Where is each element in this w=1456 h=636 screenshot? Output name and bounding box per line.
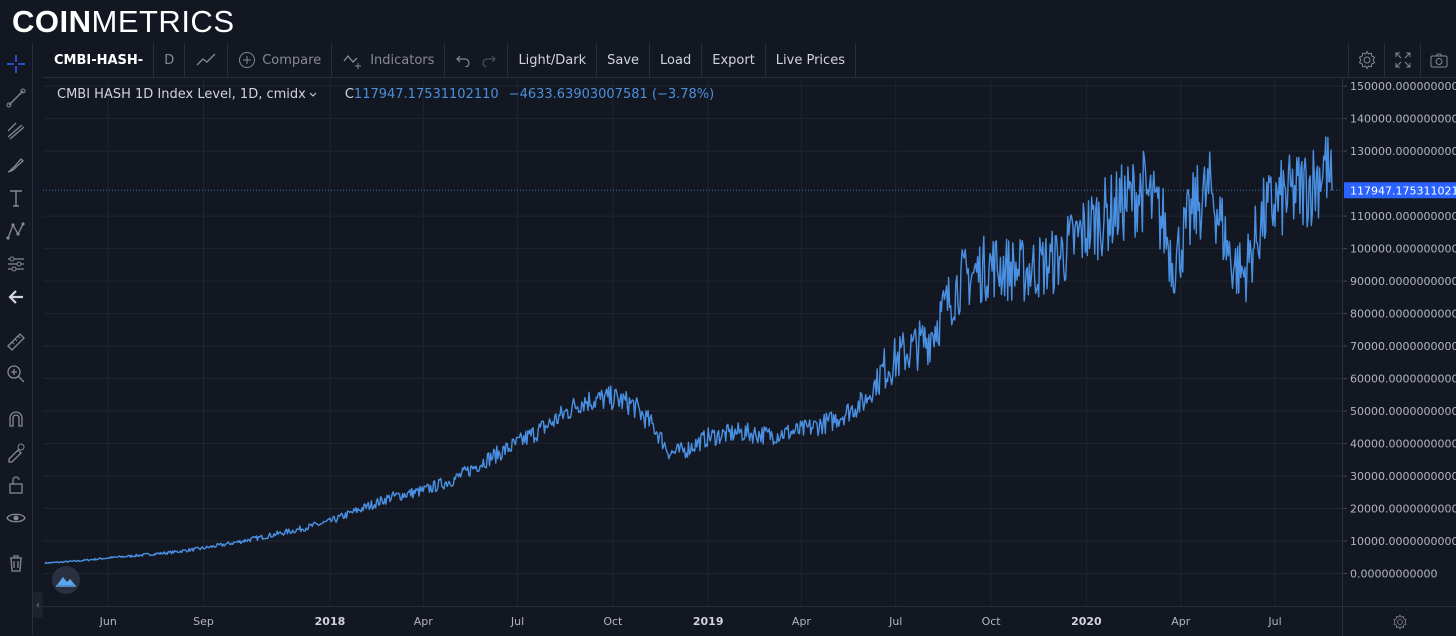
price-tick-label: 150000.00000000000 [1350,80,1456,93]
settings-button[interactable] [1348,43,1384,77]
price-tick-label: 90000.00000000000 [1350,275,1456,288]
coinmetrics-logo: COIN METRICS [12,4,235,40]
ruler-icon[interactable] [4,330,28,354]
time-tick-label: Apr [792,615,812,628]
trash-icon[interactable] [4,551,28,575]
indicators-button[interactable]: Indicators [332,43,446,77]
price-tick-label: 20000.00000000000 [1350,503,1456,516]
datafeed-logo-badge[interactable] [52,566,80,594]
fib-tools-icon[interactable] [4,119,28,143]
prediction-icon[interactable] [4,252,28,276]
compare-button[interactable]: Compare [228,43,333,77]
lock-drawings-icon[interactable] [4,440,28,464]
compare-label: Compare [262,52,322,68]
cloud-mountain-icon [56,577,76,587]
price-tick-label: 10000.00000000000 [1350,535,1456,548]
crosshair-icon[interactable] [4,52,28,76]
time-tick-label: Apr [1171,615,1191,628]
price-tick-label: 70000.00000000000 [1350,340,1456,353]
camera-icon [1430,53,1447,68]
time-tick-label: 2019 [693,615,724,628]
series-legend: CMBI HASH 1D Index Level, 1D, cmidx C 117… [57,87,714,102]
price-tick-label: 60000.00000000000 [1350,373,1456,386]
redo-icon[interactable] [481,53,497,67]
zoom-in-icon[interactable] [4,362,28,386]
price-tick-label: 80000.00000000000 [1350,308,1456,321]
logo-bold-text: COIN [12,4,92,39]
trend-line-icon[interactable] [4,86,28,110]
series-line[interactable] [44,136,1333,565]
pattern-icon[interactable] [4,219,28,243]
gear-icon [1358,50,1375,70]
eye-icon[interactable] [4,506,28,530]
collapse-toolbar-button[interactable]: ‹ [33,592,43,618]
price-tick-label: 100000.00000000000 [1350,243,1456,256]
back-arrow-icon[interactable] [4,285,28,309]
axis-settings-corner[interactable] [1342,606,1456,636]
symbol-search-button[interactable]: CMBI-HASH- [43,43,155,77]
toolbar-right-group [1348,43,1456,77]
price-tick-label: 130000.00000000000 [1350,145,1456,158]
time-axis[interactable]: Jun Sep 2018 Apr Jul Oct 2019 Apr Jul Oct 2020 Apr J… [43,606,1342,636]
time-tick-label: 2018 [315,615,346,628]
close-value: 117947.17531102110 [353,87,499,102]
undo-icon[interactable] [455,53,471,67]
chevron-down-icon[interactable] [309,92,317,98]
plus-circle-icon [238,51,256,69]
top-toolbar: CMBI-HASH- D Compare Indicators Light/Da… [43,43,1456,78]
close-prefix: C [344,87,354,102]
time-tick-label: Oct [603,615,623,628]
gear-icon [1393,613,1407,630]
drawing-toolbar [0,43,33,635]
fullscreen-icon [1395,52,1410,68]
magnet-icon[interactable] [4,407,28,431]
time-tick-label: Apr [414,615,434,628]
light-dark-button[interactable]: Light/Dark [508,43,598,77]
indicators-label: Indicators [370,52,435,68]
indicators-icon [342,51,364,69]
time-tick-label: Jun [99,615,117,628]
interval-button[interactable]: D [154,43,186,77]
load-button[interactable]: Load [650,43,703,77]
time-tick-label: Jul [510,615,524,628]
export-button[interactable]: Export [702,43,766,77]
save-button[interactable]: Save [597,43,651,77]
time-tick-label: 2020 [1071,615,1102,628]
price-axis[interactable]: 150000.00000000000 140000.00000000000 1300… [1342,78,1456,606]
price-tick-label: 40000.00000000000 [1350,438,1456,451]
text-tool-icon[interactable] [4,186,28,210]
time-tick-label: Jul [1267,615,1281,628]
price-tick-label: 30000.00000000000 [1350,470,1456,483]
last-price-label: 117947.17531102110 [1350,184,1456,197]
price-tick-label: 50000.00000000000 [1350,405,1456,418]
fullscreen-button[interactable] [1384,43,1420,77]
price-tick-label: 0.00000000000 [1350,568,1437,581]
unlock-icon[interactable] [4,473,28,497]
series-title[interactable]: CMBI HASH 1D Index Level, 1D, cmidx [57,87,306,102]
undo-redo-group [445,43,509,77]
logo-light-text: METRICS [91,4,235,39]
time-tick-label: Oct [982,615,1002,628]
time-tick-label: Sep [193,615,214,628]
chart-style-button[interactable] [185,43,229,77]
brush-icon[interactable] [4,153,28,177]
price-tick-label: 110000.00000000000 [1350,210,1456,223]
price-tick-label: 140000.00000000000 [1350,113,1456,126]
snapshot-button[interactable] [1420,43,1456,77]
time-tick-label: Jul [888,615,902,628]
chart-pane[interactable] [43,78,1342,606]
change-value: −4633.63903007581 (−3.78%) [508,87,715,102]
line-chart-icon [196,53,216,66]
live-prices-button[interactable]: Live Prices [766,43,856,77]
